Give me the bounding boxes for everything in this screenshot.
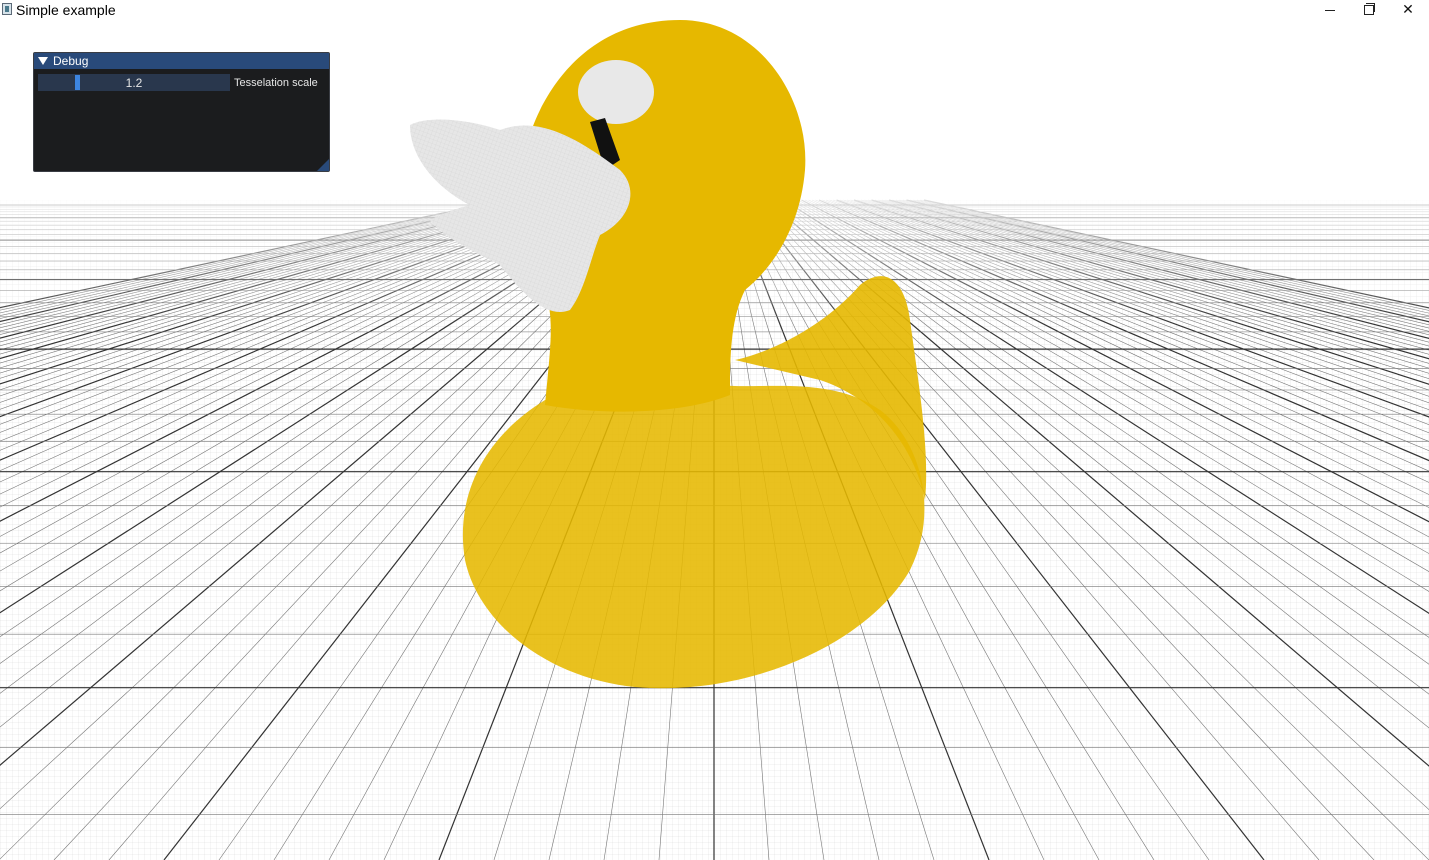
minimize-icon (1325, 9, 1335, 11)
debug-panel-header[interactable]: Debug (34, 53, 329, 69)
window-title: Simple example (16, 2, 116, 18)
title-bar[interactable]: Simple example ✕ (0, 0, 1429, 20)
app-icon (2, 3, 12, 15)
tesselation-scale-label: Tesselation scale (234, 76, 318, 89)
debug-panel-title: Debug (53, 54, 89, 68)
minimize-button[interactable] (1310, 0, 1350, 20)
resize-grip-icon[interactable] (317, 159, 329, 171)
tesselation-row: 1.2 Tesselation scale (38, 74, 318, 91)
slider-value: 1.2 (125, 75, 143, 90)
maximize-icon (1364, 3, 1375, 15)
tesselation-scale-slider[interactable]: 1.2 (38, 74, 230, 91)
close-button[interactable]: ✕ (1388, 0, 1428, 20)
maximize-button[interactable] (1349, 0, 1389, 20)
collapse-triangle-icon[interactable] (38, 57, 48, 65)
slider-grab-handle[interactable] (75, 75, 81, 90)
close-icon: ✕ (1402, 2, 1414, 18)
debug-panel[interactable]: Debug 1.2 Tesselation scale (33, 52, 330, 172)
